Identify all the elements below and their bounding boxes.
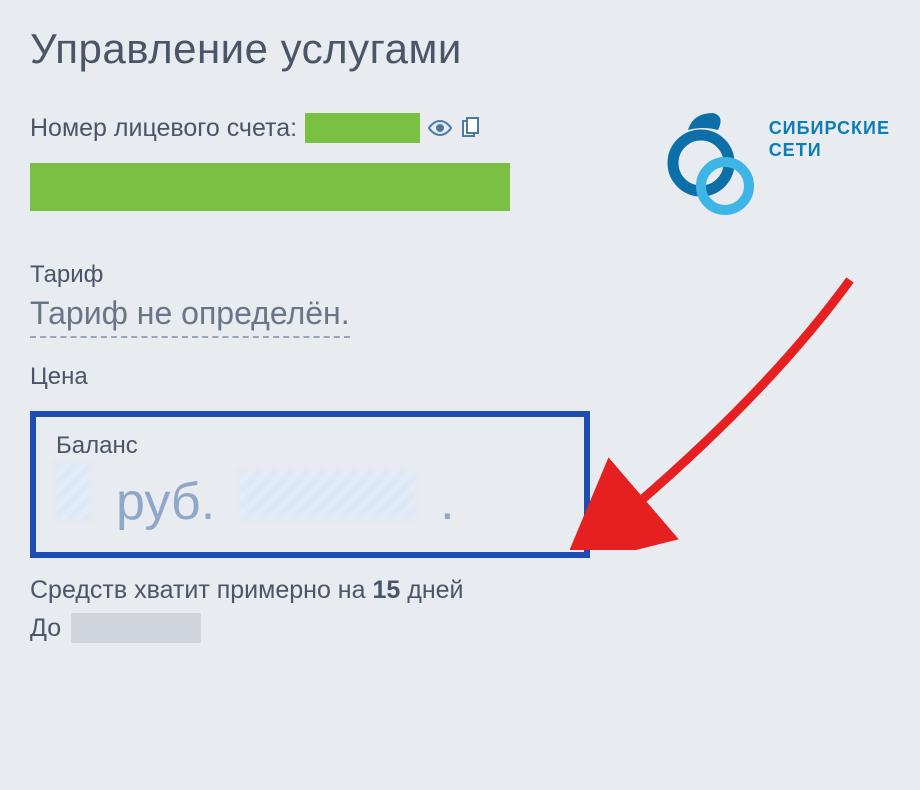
- until-label: До: [30, 614, 61, 643]
- tariff-value[interactable]: Тариф не определён.: [30, 295, 350, 338]
- eye-icon[interactable]: [428, 116, 452, 140]
- logo-text: СИБИРСКИЕ СЕТИ: [769, 118, 890, 161]
- account-number-redacted: [305, 113, 420, 143]
- account-label: Номер лицевого счета:: [30, 114, 297, 143]
- logo-line1: СИБИРСКИЕ: [769, 118, 890, 140]
- funds-before: Средств хватит примерно на: [30, 576, 372, 604]
- funds-after: дней: [400, 576, 463, 604]
- funds-days: 15: [372, 576, 400, 604]
- content-row: Номер лицевого счета: Тариф Тар: [30, 113, 890, 643]
- funds-info: Средств хватит примерно на 15 дней: [30, 576, 663, 605]
- tariff-label: Тариф: [30, 261, 663, 289]
- until-row: До: [30, 613, 663, 643]
- logo-icon: [663, 108, 763, 218]
- balance-label: Баланс: [56, 432, 564, 460]
- left-column: Номер лицевого счета: Тариф Тар: [30, 113, 663, 643]
- account-row: Номер лицевого счета:: [30, 113, 663, 143]
- price-label: Цена: [30, 363, 663, 391]
- copy-icon[interactable]: [460, 116, 482, 140]
- company-logo: СИБИРСКИЕ СЕТИ: [663, 108, 890, 218]
- until-date-redacted: [71, 613, 201, 643]
- balance-value-redacted: [56, 464, 91, 519]
- balance-amount: руб. .: [56, 464, 564, 532]
- page-title: Управление услугами: [30, 25, 890, 73]
- balance-box: Баланс руб. .: [30, 411, 590, 558]
- balance-currency: руб.: [116, 472, 215, 532]
- main-container: Управление услугами Номер лицевого счета…: [0, 0, 920, 790]
- balance-extra-redacted: [240, 471, 415, 519]
- balance-dot: .: [440, 472, 454, 532]
- logo-line2: СЕТИ: [769, 140, 890, 162]
- name-redacted: [30, 163, 510, 211]
